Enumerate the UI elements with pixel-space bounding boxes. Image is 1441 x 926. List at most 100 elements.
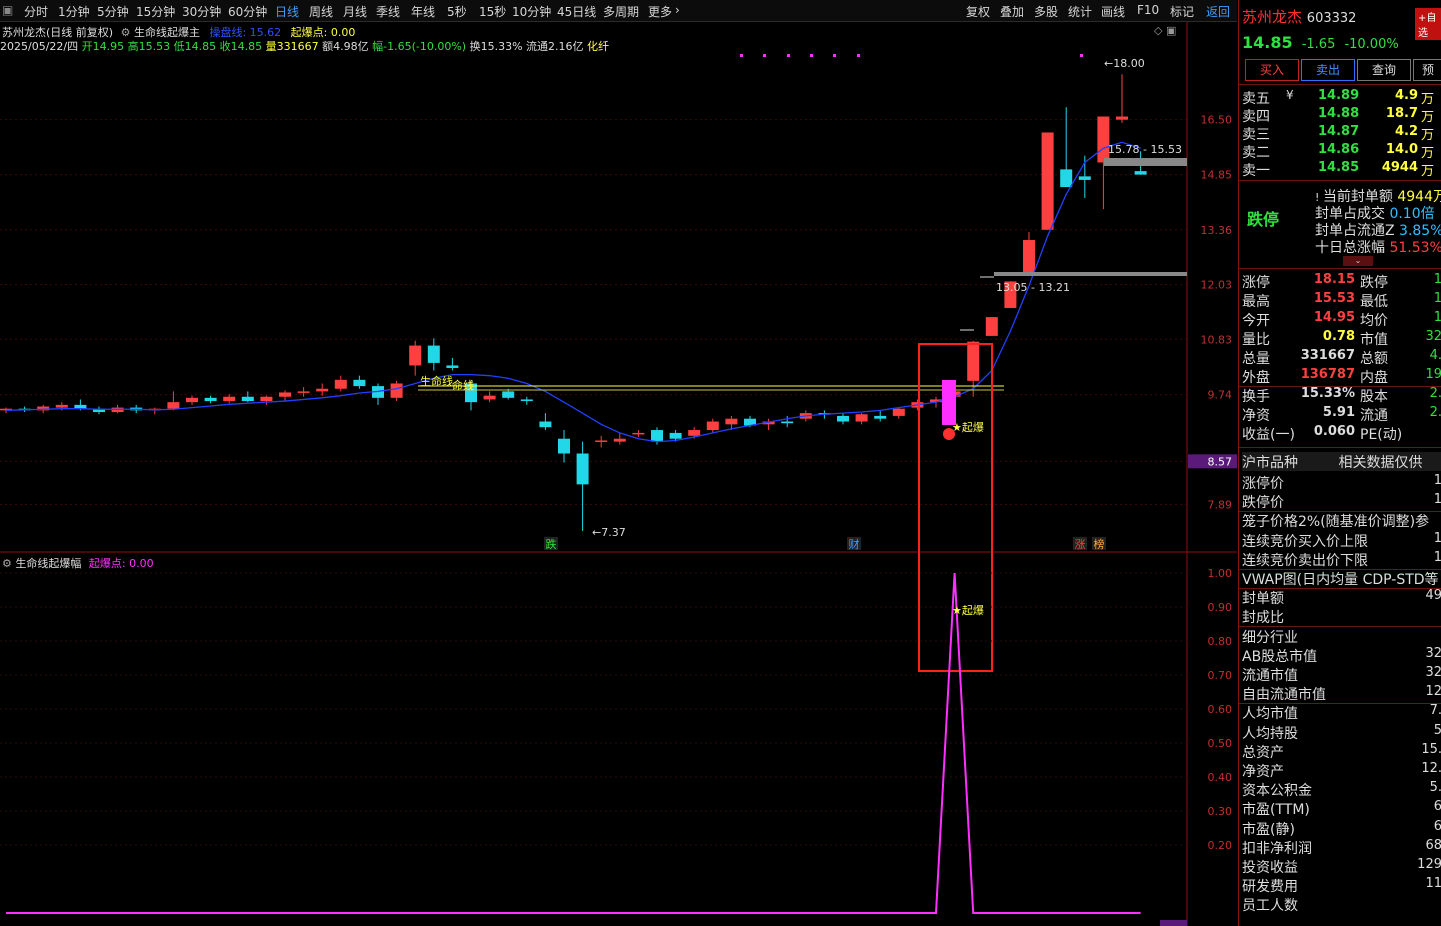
- quote-value: 15.33%: [1300, 386, 1355, 401]
- data-label: 投资收益: [1242, 860, 1298, 876]
- quote-row: 总量 331667 总额 4.: [1242, 348, 1441, 367]
- data-value: 6: [1434, 819, 1441, 834]
- kline-chart[interactable]: 16.50 14.85 13.36 12.03 10.83 9.74 8.57 7.89 生命线…: [0, 0, 1237, 926]
- quote-label: 最高: [1242, 294, 1270, 310]
- candle-body: [186, 397, 198, 403]
- last-price: 14.85: [1242, 33, 1293, 52]
- data-row: 资本公积金 5.: [1242, 780, 1441, 799]
- candle-body: [632, 432, 645, 435]
- lower-band-label: 13.05 - 13.21: [996, 281, 1070, 294]
- order-book-row[interactable]: 卖一 14.85 4944 万: [1242, 160, 1441, 179]
- event-marker: 涨: [1075, 538, 1086, 551]
- price-tick: 13.36: [1201, 224, 1233, 237]
- data-value: 6: [1434, 799, 1441, 814]
- data-row: 流通市值 32: [1242, 665, 1441, 684]
- data-row: 净资产 12.: [1242, 761, 1441, 780]
- data-value: 32: [1425, 665, 1441, 680]
- quote-label: 收益(一): [1242, 427, 1295, 443]
- quote-label: 涨停: [1242, 275, 1270, 291]
- ob-label: 卖四: [1242, 109, 1270, 125]
- candle-body: [781, 421, 794, 424]
- quote-value: 0.78: [1322, 329, 1355, 344]
- quote-label: 总量: [1242, 351, 1270, 367]
- upper-band: [1104, 158, 1187, 166]
- candle-body: [855, 414, 868, 422]
- quote-row: 收益(一) 0.060 PE(动): [1242, 424, 1441, 443]
- quote-label2: 流通: [1360, 408, 1388, 424]
- event-marker: 财: [849, 537, 860, 551]
- star-main: ★起爆: [952, 420, 984, 434]
- ob-unit: 万: [1420, 164, 1434, 179]
- ob-volume: 4.9: [1394, 88, 1418, 103]
- preset-button[interactable]: 预: [1413, 59, 1441, 81]
- data-row: 扣非净利润 68: [1242, 838, 1441, 857]
- candle-body: [595, 440, 608, 442]
- quote-value2: 1: [1434, 310, 1441, 325]
- query-button[interactable]: 查询: [1357, 59, 1411, 81]
- data-row: 员工人数: [1242, 895, 1441, 914]
- high-label: ←18.00: [1104, 57, 1145, 70]
- sell-button[interactable]: 卖出: [1301, 59, 1355, 81]
- buy-button[interactable]: 买入: [1245, 59, 1299, 81]
- candle-body: [167, 402, 180, 409]
- data-row: 连续竞价买入价上限 1: [1242, 531, 1441, 550]
- quote-value2: 4.: [1429, 348, 1441, 363]
- ob-volume: 14.0: [1385, 142, 1418, 157]
- quote-label2: 股本: [1360, 389, 1388, 405]
- add-watchlist-button[interactable]: +自选: [1415, 8, 1441, 40]
- price-tick: 14.85: [1201, 169, 1233, 182]
- ob-price: 14.88: [1318, 106, 1360, 121]
- quote-value: 15.53: [1313, 291, 1355, 306]
- collapse-icon[interactable]: ⌄: [1343, 256, 1373, 266]
- data-label: VWAP图(日内均量 CDP-STD等: [1242, 572, 1439, 588]
- ob-unit: 万: [1420, 128, 1434, 143]
- sub-tick: 1.00: [1208, 567, 1233, 580]
- candle-body: [688, 430, 701, 436]
- order-book-row[interactable]: 卖三 14.87 4.2 万: [1242, 124, 1441, 143]
- candle-body: [1041, 132, 1054, 230]
- quote-value: 0.060: [1313, 424, 1355, 439]
- candle-body: [223, 396, 236, 402]
- order-book-row[interactable]: 卖四 14.88 18.7 万: [1242, 106, 1441, 125]
- candle-body: [353, 379, 366, 387]
- candle-body: [1078, 176, 1091, 180]
- quote-label2: 均价: [1360, 313, 1388, 329]
- data-value: 129: [1417, 857, 1441, 872]
- quote-row: 今开 14.95 均价 1: [1242, 310, 1441, 329]
- data-row: 自由流通市值 12: [1242, 684, 1441, 703]
- data-label: AB股总市值: [1242, 648, 1318, 665]
- candle-body: [539, 421, 552, 428]
- ob-price: 14.86: [1318, 142, 1360, 157]
- sub-tick: 0.20: [1208, 839, 1233, 852]
- data-value: 11: [1425, 876, 1441, 892]
- quote-value2: 1: [1434, 291, 1441, 306]
- quote-value: 331667: [1300, 348, 1355, 363]
- ob-price: 14.87: [1318, 124, 1360, 139]
- stock-code: 603332: [1306, 11, 1357, 26]
- data-label: 市盈(TTM): [1242, 802, 1310, 819]
- quote-row: 外盘 136787 内盘 19: [1242, 367, 1441, 386]
- data-row: 投资收益 129: [1242, 857, 1441, 876]
- data-row: 封成比: [1242, 607, 1441, 626]
- seal-value: 51.53%: [1389, 240, 1441, 256]
- data-row: 连续竞价卖出价下限 1: [1242, 550, 1441, 569]
- star-sub: ★起爆: [952, 603, 984, 617]
- signal-dot: [787, 54, 790, 57]
- sub-tick: 0.90: [1208, 601, 1233, 614]
- candle-body: [204, 397, 217, 402]
- order-book-row[interactable]: 卖五 ¥14.89 4.9 万: [1242, 88, 1441, 107]
- stock-name: 苏州龙杰: [1242, 8, 1303, 26]
- quote-label2: 跌停: [1360, 275, 1388, 291]
- order-book-row[interactable]: 卖二 14.86 14.0 万: [1242, 142, 1441, 161]
- sub-tick: 0.50: [1208, 737, 1233, 750]
- low-label: ←7.37: [592, 526, 626, 539]
- quote-value: 14.95: [1313, 310, 1355, 325]
- data-label: 净资产: [1242, 764, 1284, 780]
- quote-row: 换手 15.33% 股本 2.: [1242, 386, 1441, 405]
- signal-dot: [740, 54, 743, 57]
- data-value: 1: [1434, 531, 1441, 546]
- signal-dot: [763, 54, 766, 57]
- data-value: 49: [1425, 588, 1441, 604]
- candle-body: [1060, 169, 1073, 188]
- signal-dot: [810, 54, 813, 57]
